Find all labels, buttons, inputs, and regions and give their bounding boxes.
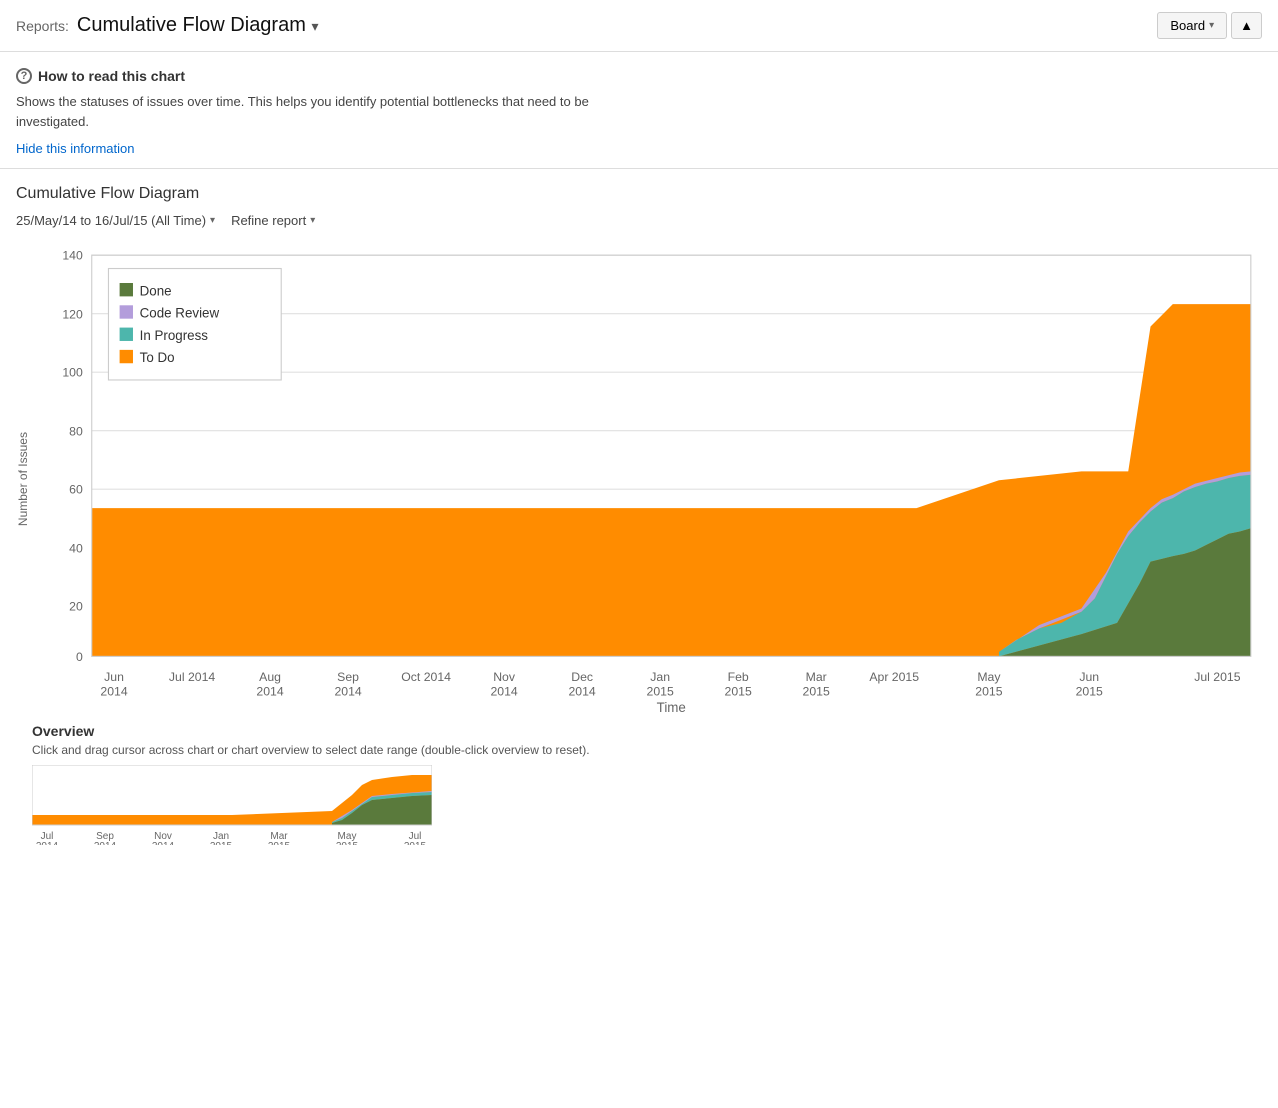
svg-text:100: 100	[62, 366, 83, 380]
y-axis-label: Number of Issues	[16, 244, 30, 715]
svg-text:Nov: Nov	[493, 670, 516, 684]
svg-text:2015: 2015	[803, 684, 830, 698]
collapse-icon: ▲	[1240, 18, 1253, 33]
svg-text:2015: 2015	[268, 841, 291, 845]
header-left: Reports: Cumulative Flow Diagram ▾	[16, 14, 318, 37]
svg-text:Mar: Mar	[806, 670, 827, 684]
svg-text:2015: 2015	[725, 684, 752, 698]
date-range-arrow: ▾	[210, 215, 215, 226]
svg-text:2014: 2014	[100, 684, 127, 698]
main-chart-svg[interactable]: 0 20 40 60 80 100 120 140	[36, 244, 1262, 712]
svg-text:Jun: Jun	[104, 670, 124, 684]
svg-text:80: 80	[69, 425, 83, 439]
svg-text:2014: 2014	[334, 684, 361, 698]
refine-arrow: ▾	[310, 215, 315, 226]
svg-text:Jan: Jan	[650, 670, 670, 684]
page-title: Cumulative Flow Diagram ▾	[77, 14, 319, 37]
chart-inner: 0 20 40 60 80 100 120 140	[36, 244, 1262, 715]
chart-wrapper: Number of Issues	[16, 244, 1262, 715]
reports-label: Reports:	[16, 18, 69, 34]
svg-text:Sep: Sep	[337, 670, 359, 684]
svg-text:Jun: Jun	[1079, 670, 1099, 684]
hide-info-link[interactable]: Hide this information	[16, 141, 135, 156]
collapse-button[interactable]: ▲	[1231, 12, 1262, 39]
info-section: ? How to read this chart Shows the statu…	[0, 52, 1278, 168]
board-button[interactable]: Board ▾	[1157, 12, 1227, 39]
svg-text:2014: 2014	[568, 684, 595, 698]
chart-container: Number of Issues	[16, 244, 1262, 715]
date-range-button[interactable]: 25/May/14 to 16/Jul/15 (All Time) ▾	[16, 213, 215, 228]
svg-text:In Progress: In Progress	[140, 328, 209, 343]
section-divider	[0, 168, 1278, 169]
svg-text:40: 40	[69, 542, 83, 556]
help-icon: ?	[16, 68, 32, 84]
svg-text:Time: Time	[657, 700, 686, 712]
svg-text:Jul 2014: Jul 2014	[169, 670, 216, 684]
svg-text:Apr 2015: Apr 2015	[869, 670, 919, 684]
svg-text:2014: 2014	[94, 841, 117, 845]
chart-section: Cumulative Flow Diagram 25/May/14 to 16/…	[0, 185, 1278, 864]
svg-text:Aug: Aug	[259, 670, 281, 684]
svg-text:2014: 2014	[256, 684, 283, 698]
svg-text:2015: 2015	[336, 841, 359, 845]
overview-section: Overview Click and drag cursor across ch…	[16, 723, 1262, 864]
svg-text:Dec: Dec	[571, 670, 593, 684]
svg-text:2014: 2014	[36, 841, 59, 845]
chart-title: Cumulative Flow Diagram	[16, 185, 1262, 203]
svg-text:Feb: Feb	[728, 670, 749, 684]
svg-text:60: 60	[69, 483, 83, 497]
svg-text:2015: 2015	[975, 684, 1002, 698]
svg-text:2014: 2014	[152, 841, 175, 845]
overview-title: Overview	[32, 723, 1246, 739]
refine-report-button[interactable]: Refine report ▾	[231, 213, 315, 228]
svg-text:2015: 2015	[404, 841, 427, 845]
svg-text:2014: 2014	[490, 684, 517, 698]
header-right: Board ▾ ▲	[1157, 12, 1262, 39]
svg-text:140: 140	[62, 249, 83, 263]
info-description: Shows the statuses of issues over time. …	[16, 92, 616, 131]
header: Reports: Cumulative Flow Diagram ▾ Board…	[0, 0, 1278, 52]
svg-text:Oct 2014: Oct 2014	[401, 670, 451, 684]
svg-text:2015: 2015	[1076, 684, 1103, 698]
svg-text:20: 20	[69, 600, 83, 614]
svg-text:To Do: To Do	[140, 350, 175, 365]
svg-text:120: 120	[62, 308, 83, 322]
date-range-row: 25/May/14 to 16/Jul/15 (All Time) ▾ Refi…	[16, 213, 1262, 228]
overview-chart-svg[interactable]: Jul 2014 Sep 2014 Nov 2014 Jan 2015 Mar …	[32, 765, 432, 845]
svg-text:Done: Done	[140, 283, 172, 298]
svg-text:2015: 2015	[647, 684, 674, 698]
svg-text:May: May	[977, 670, 1001, 684]
overview-description: Click and drag cursor across chart or ch…	[32, 743, 1246, 757]
svg-text:Jul 2015: Jul 2015	[1194, 670, 1241, 684]
board-dropdown-arrow: ▾	[1209, 20, 1214, 31]
svg-text:Code Review: Code Review	[140, 306, 220, 321]
overview-chart-wrapper[interactable]: Jul 2014 Sep 2014 Nov 2014 Jan 2015 Mar …	[32, 765, 1246, 848]
svg-text:0: 0	[76, 650, 83, 664]
info-title: ? How to read this chart	[16, 68, 1262, 84]
svg-text:2015: 2015	[210, 841, 233, 845]
